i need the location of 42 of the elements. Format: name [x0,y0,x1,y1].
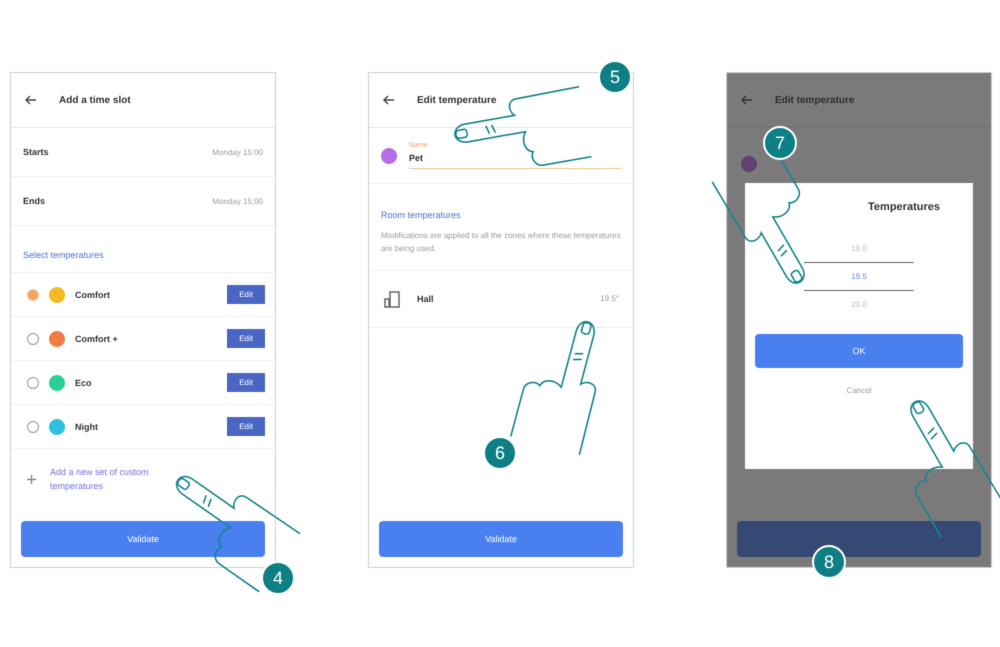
temperature-name: Night [75,422,99,432]
edit-button[interactable]: Edit [227,373,265,392]
plus-icon [27,474,36,484]
temperature-name: Comfort [75,290,111,300]
room-temperature[interactable]: 19.5° [600,294,619,304]
cancel-button[interactable]: Cancel [846,386,872,395]
field-label: Starts [23,147,49,157]
section-title: Select temperatures [11,226,275,273]
info-text: Modifications are applied to all the zones where these temperatures are being used. [369,230,633,271]
back-arrow-icon[interactable] [383,95,395,105]
dialog-title: Temperatures [868,201,940,213]
section-title: Room temperatures [380,209,462,222]
field-label: Ends [23,196,46,206]
step-badge: 8 [812,545,846,579]
radio-button[interactable] [27,376,39,388]
temperature-name: Eco [75,378,93,388]
step-badge: 4 [261,561,295,595]
ok-button[interactable]: OK [755,334,963,368]
picker-value[interactable]: 19.5 [804,262,914,291]
screen-title: Add a time slot [59,94,131,106]
radio-button[interactable] [27,332,39,344]
temperature-dot [381,148,397,164]
step-badge: 5 [598,60,632,94]
radio-button[interactable] [27,420,39,432]
radio-button[interactable] [27,288,39,300]
validate-button[interactable]: Validate [379,521,623,557]
back-arrow-icon[interactable] [25,95,37,105]
temperature-dot [741,156,757,172]
edit-button[interactable]: Edit [227,285,265,304]
field-value[interactable]: Monday 15:00 [212,148,263,156]
add-link[interactable]: Add a new set of custom temperatures [50,465,190,494]
room-name: Hall [417,294,435,304]
edit-button[interactable]: Edit [227,329,265,348]
screen-title: Edit temperature [775,94,854,106]
screen-title: Edit temperature [417,94,496,106]
field-value[interactable]: Monday 15:00 [212,196,263,206]
door-icon [383,288,403,309]
validate-button[interactable]: Validate [21,521,265,557]
picker-value[interactable]: 19.0 [804,235,914,262]
temperature-name: Comfort + [75,334,119,344]
picker-value[interactable]: 20.0 [804,291,914,318]
edit-button[interactable]: Edit [227,417,265,436]
